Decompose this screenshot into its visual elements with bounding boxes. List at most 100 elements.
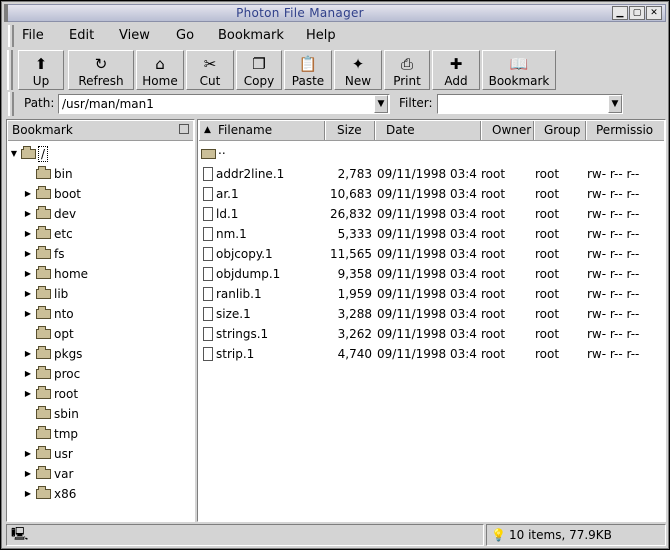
menu-edit[interactable]: Edit xyxy=(69,27,94,45)
tree-item-opt[interactable]: opt xyxy=(7,324,193,344)
collapse-arrow-icon[interactable]: ▼ xyxy=(9,144,19,164)
column-group[interactable]: Group xyxy=(534,121,586,140)
refresh-button[interactable]: ↻ Refresh xyxy=(68,50,134,90)
cut-button[interactable]: ✂ Cut xyxy=(186,50,234,90)
filter-dropdown-button[interactable]: ▼ xyxy=(608,95,622,113)
file-owner: root xyxy=(481,167,506,181)
tree-item-dev[interactable]: ▶ dev xyxy=(7,204,193,224)
expand-arrow-icon[interactable]: ▶ xyxy=(23,484,33,504)
tree-item-root[interactable]: ▼ / xyxy=(7,144,193,164)
path-value: /usr/man/man1 xyxy=(62,97,154,111)
column-date[interactable]: Date xyxy=(375,121,481,140)
tree-item-home[interactable]: ▶ home xyxy=(7,264,193,284)
file-row[interactable]: ld.1 26,832 09/11/1998 03:43 root root rw- r-… xyxy=(198,204,665,224)
file-row[interactable]: nm.1 5,333 09/11/1998 03:43 root root rw- r--… xyxy=(198,224,665,244)
expand-arrow-icon[interactable]: ▶ xyxy=(23,284,33,304)
expand-arrow-icon[interactable]: ▶ xyxy=(23,244,33,264)
file-perm: rw- r-- r-- xyxy=(587,307,640,321)
expand-arrow-icon[interactable]: ▶ xyxy=(23,444,33,464)
file-owner: root xyxy=(481,327,506,341)
expand-arrow-icon[interactable]: ▶ xyxy=(23,304,33,324)
tree-item-etc[interactable]: ▶ etc xyxy=(7,224,193,244)
expand-arrow-icon[interactable]: ▶ xyxy=(23,344,33,364)
tree-item-tmp[interactable]: tmp xyxy=(7,424,193,444)
tree-item-fs[interactable]: ▶ fs xyxy=(7,244,193,264)
file-row[interactable]: strings.1 3,262 09/11/1998 03:43 root root rw… xyxy=(198,324,665,344)
menubar-grip[interactable] xyxy=(8,25,14,47)
status-bar: 🖳 💡 10 items, 77.9KB xyxy=(6,524,666,546)
file-row[interactable]: ranlib.1 1,959 09/11/1998 03:43 root root rw-… xyxy=(198,284,665,304)
tree-item-x86[interactable]: ▶ x86 xyxy=(7,484,193,504)
tree-item-label: lib xyxy=(54,287,69,301)
expand-arrow-icon[interactable]: ▶ xyxy=(23,384,33,404)
column-size[interactable]: Size xyxy=(325,121,375,140)
tree-item-sbin[interactable]: sbin xyxy=(7,404,193,424)
filter-input[interactable] xyxy=(437,94,623,114)
column-permissions[interactable]: Permissio xyxy=(586,121,665,140)
close-button[interactable]: ✕ xyxy=(646,6,662,20)
column-filename[interactable]: ▲ Filename xyxy=(199,121,325,140)
folder-icon xyxy=(36,206,51,219)
menu-view[interactable]: View xyxy=(119,27,150,45)
print-button[interactable]: ⎙ Print xyxy=(384,50,430,90)
file-date: 09/11/1998 03:43 xyxy=(377,327,477,341)
add-button[interactable]: ✚ Add xyxy=(432,50,480,90)
tree-item-var[interactable]: ▶ var xyxy=(7,464,193,484)
expand-arrow-icon[interactable]: ▶ xyxy=(23,364,33,384)
file-group: root xyxy=(535,307,560,321)
tree-item-label: opt xyxy=(54,327,74,341)
up-button[interactable]: ⬆ Up xyxy=(18,50,64,90)
tree-item-boot[interactable]: ▶ boot xyxy=(7,184,193,204)
add-icon: ✚ xyxy=(449,55,463,73)
minimize-button[interactable]: ▁ xyxy=(612,6,628,20)
bookmark-button[interactable]: 📖 Bookmark xyxy=(482,50,556,90)
file-group: root xyxy=(535,247,560,261)
file-size: 9,358 xyxy=(337,267,372,281)
tree-item-root[interactable]: ▶ root xyxy=(7,384,193,404)
expand-arrow-icon[interactable]: ▶ xyxy=(23,224,33,244)
copy-button[interactable]: ❐ Copy xyxy=(236,50,282,90)
file-row[interactable]: ar.1 10,683 09/11/1998 03:43 root root rw- r-… xyxy=(198,184,665,204)
home-button[interactable]: ⌂ Home xyxy=(136,50,184,90)
tree-item-lib[interactable]: ▶ lib xyxy=(7,284,193,304)
maximize-button[interactable]: ▢ xyxy=(629,6,645,20)
tree-pane-close-icon[interactable] xyxy=(179,124,189,134)
new-button[interactable]: ✦ New xyxy=(334,50,382,90)
expand-arrow-icon[interactable]: ▶ xyxy=(23,264,33,284)
file-row[interactable]: size.1 3,288 09/11/1998 03:43 root root rw- r… xyxy=(198,304,665,324)
path-dropdown-button[interactable]: ▼ xyxy=(374,95,388,113)
document-icon xyxy=(203,187,213,201)
file-row[interactable]: objdump.1 9,358 09/11/1998 03:43 root root rw… xyxy=(198,264,665,284)
expand-arrow-icon[interactable]: ▶ xyxy=(23,204,33,224)
file-row[interactable]: addr2line.1 2,783 09/11/1998 03:43 root root… xyxy=(198,164,665,184)
tree-item-label: tmp xyxy=(54,427,79,441)
file-perm: rw- r-- r-- xyxy=(587,207,640,221)
column-owner[interactable]: Owner xyxy=(481,121,534,140)
pathbar-grip[interactable] xyxy=(8,92,14,116)
file-date: 09/11/1998 03:43 xyxy=(377,267,477,281)
tree-item-label: bin xyxy=(54,167,73,181)
toolbar-grip[interactable] xyxy=(7,50,13,90)
file-row[interactable]: objcopy.1 11,565 09/11/1998 03:43 root root r… xyxy=(198,244,665,264)
menu-file[interactable]: File xyxy=(22,27,44,45)
menu-go[interactable]: Go xyxy=(176,27,194,45)
title-bar[interactable]: Photon File Manager ▁ ▢ ✕ xyxy=(4,4,666,22)
toolbar-button-label: Print xyxy=(393,74,421,88)
menu-help[interactable]: Help xyxy=(306,27,336,45)
path-input[interactable]: /usr/man/man1 xyxy=(58,94,390,114)
tree-item-nto[interactable]: ▶ nto xyxy=(7,304,193,324)
expand-arrow-icon[interactable]: ▶ xyxy=(23,464,33,484)
file-row[interactable]: strip.1 4,740 09/11/1998 03:43 root root rw- … xyxy=(198,344,665,364)
tree-item-bin[interactable]: bin xyxy=(7,164,193,184)
tree-item-pkgs[interactable]: ▶ pkgs xyxy=(7,344,193,364)
expand-arrow-icon[interactable]: ▶ xyxy=(23,184,33,204)
paste-button[interactable]: 📋 Paste xyxy=(284,50,332,90)
file-size: 1,959 xyxy=(337,287,372,301)
tree-item-proc[interactable]: ▶ proc xyxy=(7,364,193,384)
file-group: root xyxy=(535,187,560,201)
parent-directory-row[interactable]: .. xyxy=(198,143,665,164)
path-bar: Path: /usr/man/man1 ▼ Filter: ▼ xyxy=(6,92,666,116)
cut-icon: ✂ xyxy=(203,55,217,73)
menu-bookmark[interactable]: Bookmark xyxy=(218,27,284,45)
tree-item-usr[interactable]: ▶ usr xyxy=(7,444,193,464)
